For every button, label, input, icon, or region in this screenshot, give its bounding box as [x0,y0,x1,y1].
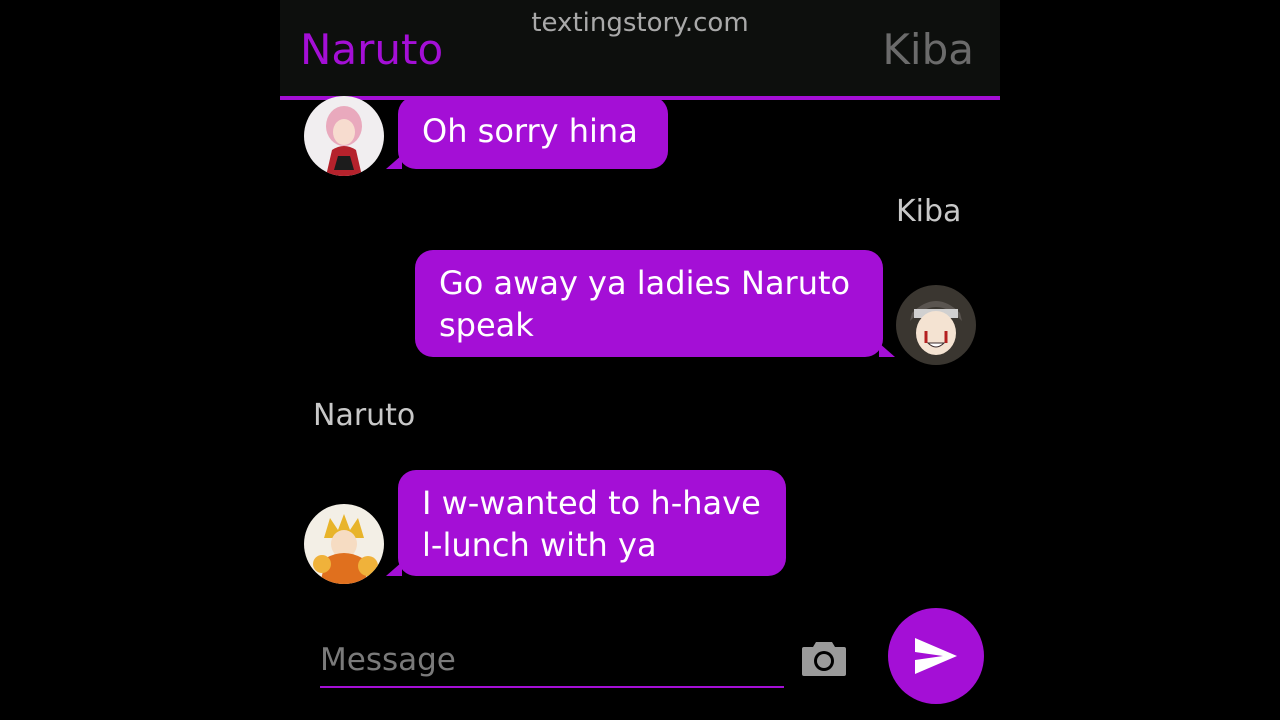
message-bubble[interactable]: I w-wanted to h-have l-lunch with ya [386,470,786,576]
sender-name: Naruto [313,398,416,433]
chat-header: textingstory.com Naruto Kiba [280,0,1000,100]
kiba-avatar[interactable] [896,285,976,365]
send-button[interactable] [888,608,984,704]
sakura-avatar[interactable] [304,96,384,176]
naruto-avatar[interactable] [304,504,384,584]
message-bubble[interactable]: Oh sorry hina [386,96,668,169]
message-text: I w-wanted to h-have l-lunch with ya [422,484,761,564]
message-text: Go away ya ladies Naruto speak [439,264,851,344]
input-underline [320,686,784,688]
sender-name: Kiba [896,194,962,229]
message-text: Oh sorry hina [422,112,638,150]
header-right-contact-name[interactable]: Kiba [882,25,974,74]
send-icon [915,638,957,674]
message-bubble[interactable]: Go away ya ladies Naruto speak [415,250,895,357]
camera-icon[interactable] [800,638,848,678]
message-input[interactable] [320,636,784,684]
chat-screen: textingstory.com Naruto Kiba Oh sorry hi… [280,0,1000,720]
header-left-contact-name[interactable]: Naruto [300,25,443,74]
